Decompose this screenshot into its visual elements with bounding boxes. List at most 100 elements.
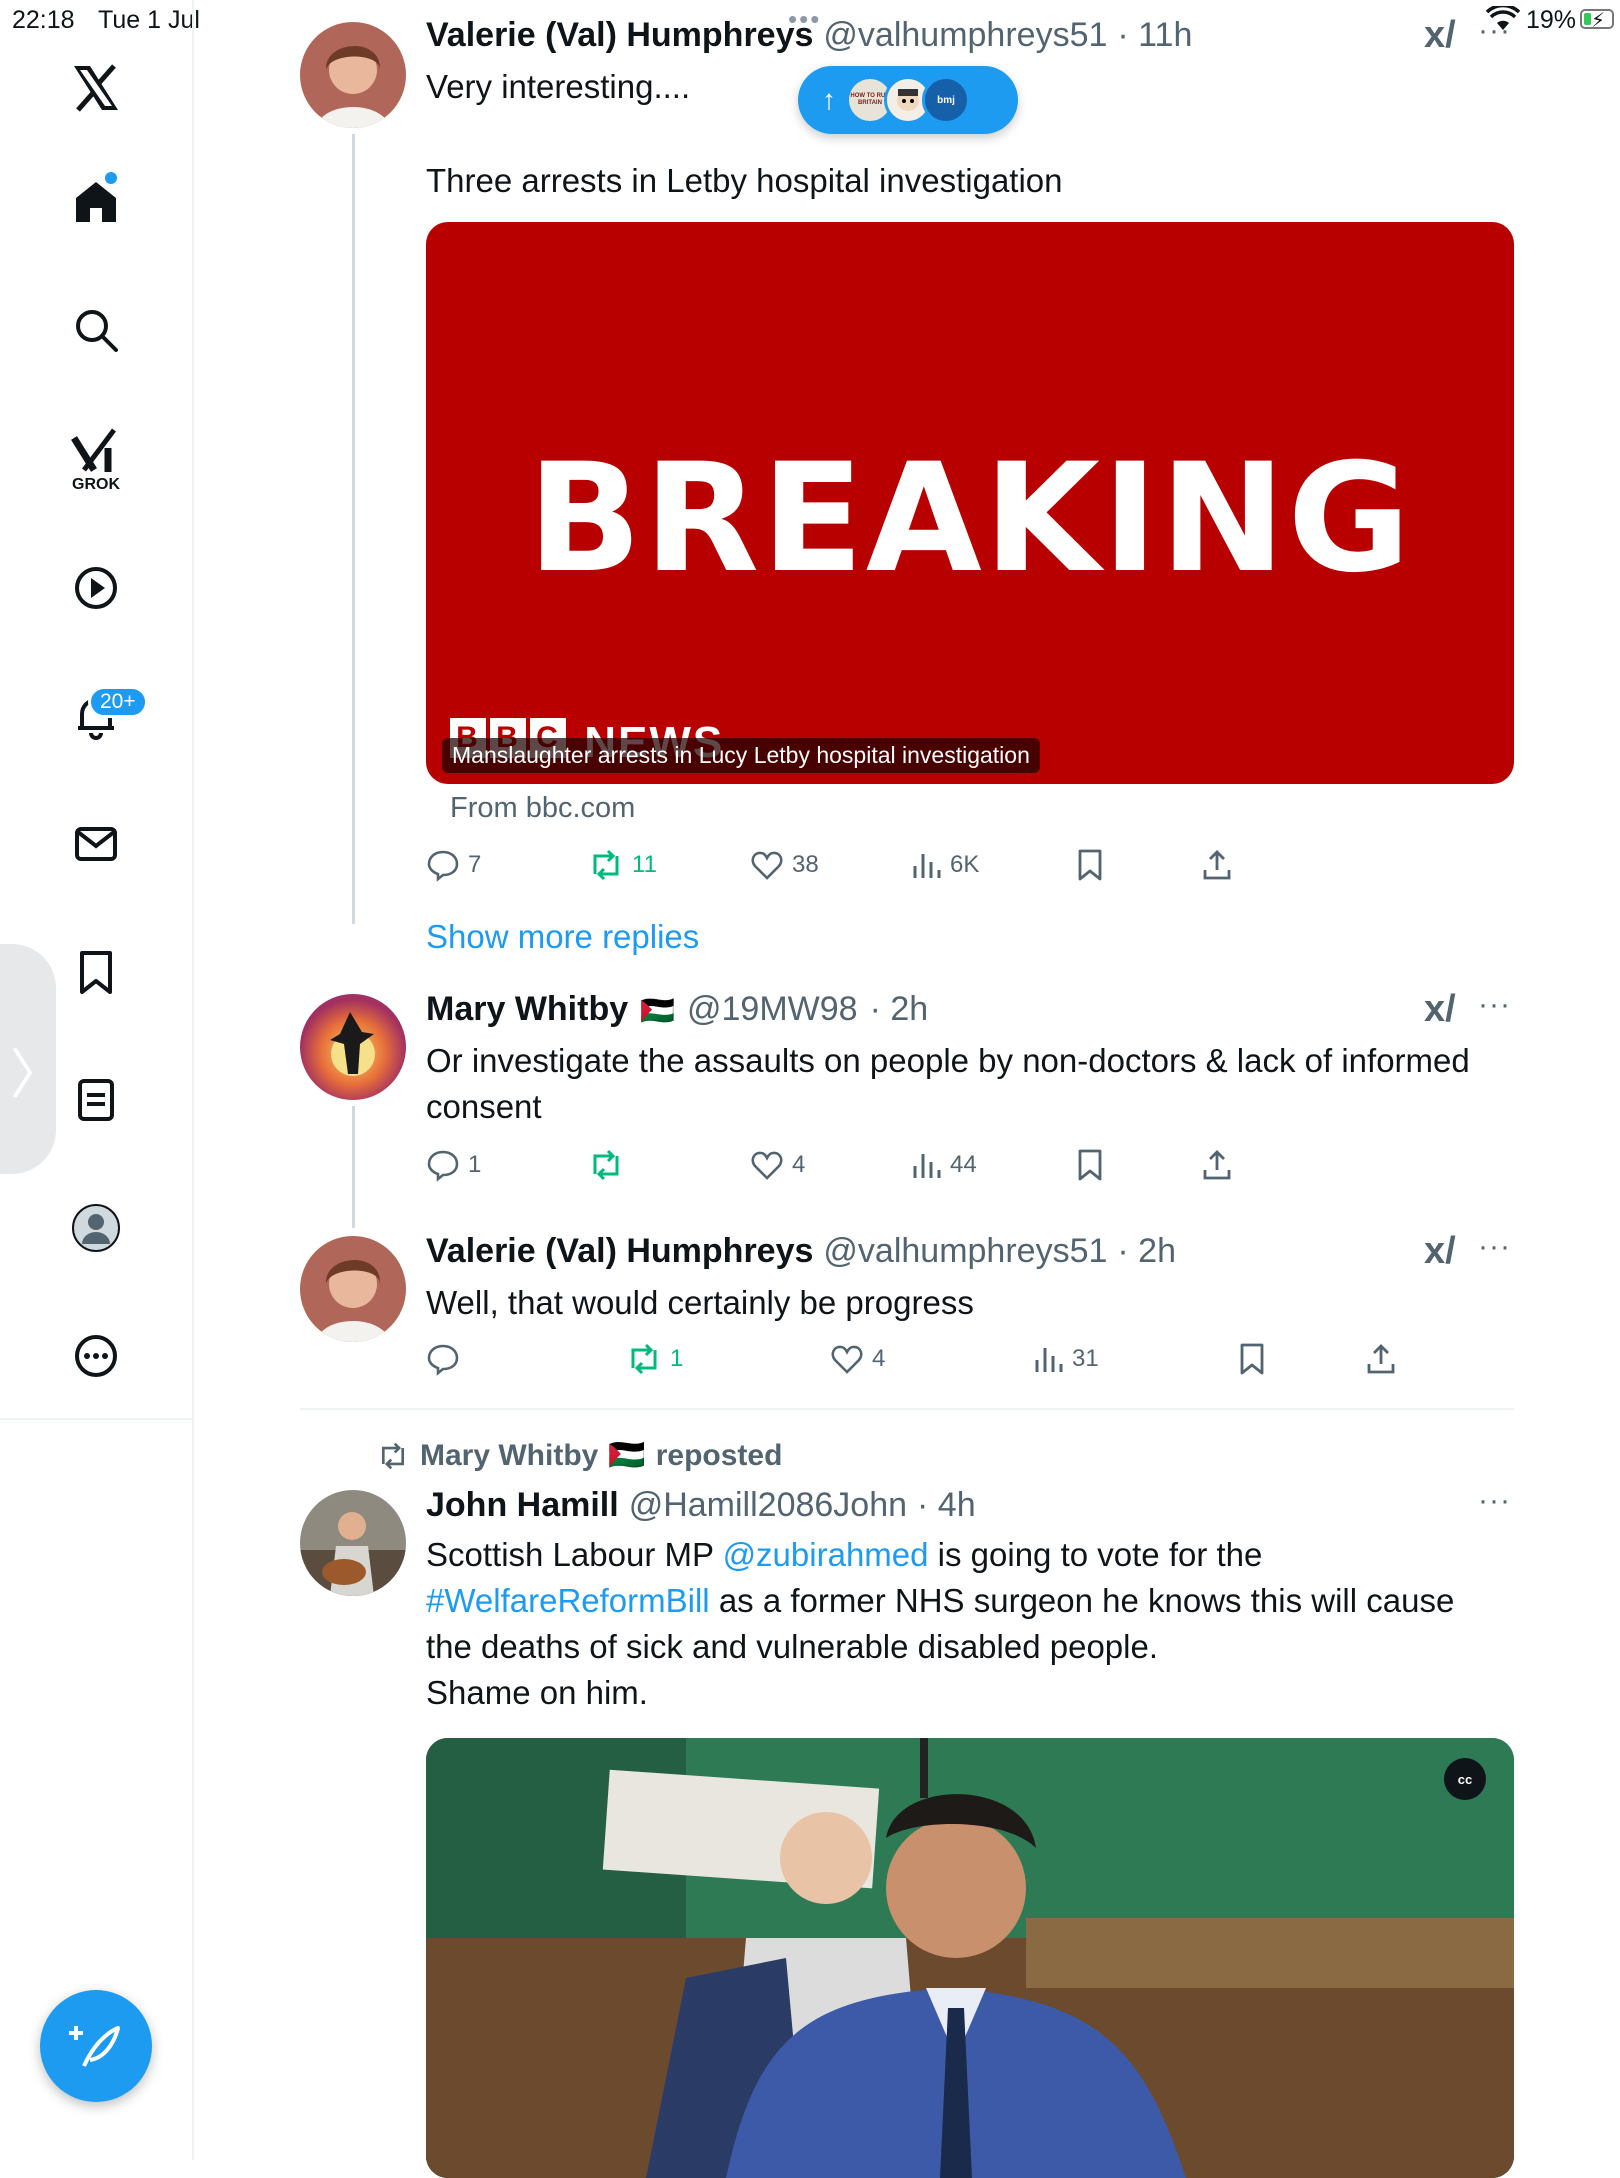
heart-icon [751, 1151, 783, 1180]
bookmark-icon [1240, 1343, 1264, 1375]
bookmark-button[interactable] [1236, 1342, 1268, 1376]
share-button[interactable] [1200, 848, 1234, 882]
sidebar-item-bookmarks[interactable] [64, 940, 128, 1004]
views-button[interactable]: 6K [912, 848, 979, 882]
sidebar-item-explore[interactable] [64, 298, 128, 362]
sidebar-item-lists[interactable] [64, 1068, 128, 1132]
grok-icon[interactable]: x/ [1424, 988, 1456, 1031]
sidebar-item-home[interactable] [64, 170, 128, 234]
repost-button[interactable]: 1 [626, 1342, 683, 1376]
new-posts-pill[interactable]: ↑ HOW TO RUN BRITAIN bmj [798, 66, 1018, 134]
battery-icon: ⚡ [1580, 9, 1614, 32]
reply-button[interactable]: 7 [426, 848, 481, 882]
views-button[interactable]: 44 [912, 1148, 977, 1182]
author-name[interactable]: Valerie (Val) Humphreys [426, 1232, 813, 1271]
sidebar-divider [0, 1418, 192, 1420]
share-button[interactable] [1364, 1342, 1398, 1376]
compose-button[interactable] [40, 1990, 152, 2102]
author-name[interactable]: Mary Whitby [426, 990, 628, 1029]
like-button[interactable]: 4 [750, 1148, 805, 1182]
grok-label: GROK [72, 476, 120, 493]
reposted-label: reposted [655, 1438, 783, 1472]
video-player[interactable]: cc [426, 1738, 1514, 2178]
reply-button[interactable] [426, 1342, 468, 1376]
author-handle[interactable]: @Hamill2086John [629, 1486, 907, 1525]
share-icon [1367, 1344, 1395, 1374]
author-handle[interactable]: @19MW98 [687, 990, 858, 1029]
bookmark-icon [1078, 1149, 1102, 1181]
like-button[interactable]: 4 [830, 1342, 885, 1376]
reply-icon [427, 1150, 459, 1182]
mail-icon [75, 827, 117, 861]
repost-button[interactable]: 11 [588, 848, 657, 882]
heart-icon [831, 1345, 863, 1374]
avatar[interactable] [300, 22, 406, 128]
palestine-flag-icon: 🇵🇸 [640, 995, 675, 1026]
chevron-right-icon[interactable]: 〉 [10, 1030, 64, 1109]
thread-line [352, 1106, 355, 1228]
more-options-icon[interactable]: ··· [1478, 14, 1511, 48]
repost-count: 11 [632, 851, 657, 878]
tweet-header: Valerie (Val) Humphreys @valhumphreys51 … [426, 16, 1192, 55]
home-icon [76, 182, 116, 222]
author-handle[interactable]: @valhumphreys51 [823, 16, 1107, 55]
reposted-by-name: Mary Whitby [420, 1438, 599, 1472]
more-options-icon[interactable]: ··· [1478, 988, 1511, 1022]
bookmark-button[interactable] [1074, 1148, 1106, 1182]
reply-icon [427, 850, 459, 882]
reply-button[interactable]: 1 [426, 1148, 481, 1182]
tweet-time[interactable]: · 11h [1117, 16, 1192, 55]
sidebar-item-messages[interactable] [64, 812, 128, 876]
grok-icon[interactable]: x/ [1424, 14, 1456, 57]
tweet-time[interactable]: · 2h [1117, 1232, 1176, 1271]
repost-count: 1 [670, 1345, 684, 1372]
more-options-icon[interactable]: ··· [1478, 1230, 1511, 1264]
avatar[interactable] [300, 1490, 406, 1596]
tweet-text-headline: Three arrests in Letby hospital investig… [426, 162, 1063, 199]
repost-button[interactable] [588, 1148, 632, 1182]
tweet-time[interactable]: · 4h [917, 1486, 976, 1525]
bookmark-icon [1078, 849, 1102, 881]
author-name[interactable]: John Hamill [426, 1486, 619, 1525]
bookmark-icon [80, 951, 112, 994]
video-icon [75, 567, 117, 609]
repost-icon [381, 1442, 405, 1469]
sidebar-item-profile[interactable] [64, 1196, 128, 1260]
views-icon [913, 854, 941, 878]
views-button[interactable]: 31 [1034, 1342, 1099, 1376]
hashtag-link[interactable]: #WelfareReformBill [426, 1582, 710, 1619]
card-headline: BREAKING [527, 432, 1413, 606]
like-button[interactable]: 38 [750, 848, 819, 882]
heart-icon [751, 851, 783, 880]
share-icon [1203, 850, 1231, 880]
share-button[interactable] [1200, 1148, 1234, 1182]
closed-captions-icon[interactable]: cc [1444, 1758, 1486, 1800]
avatar[interactable] [300, 1236, 406, 1342]
pill-avatar-bmj: bmj [922, 76, 970, 124]
card-source[interactable]: From bbc.com [450, 792, 635, 825]
like-count: 38 [792, 851, 819, 878]
avatar[interactable] [300, 994, 406, 1100]
sidebar-item-grok[interactable] [64, 420, 128, 484]
mention-link[interactable]: @zubirahmed [723, 1536, 929, 1573]
repost-context[interactable]: Mary Whitby 🇵🇸 reposted [376, 1438, 782, 1473]
tweet-text: Very interesting.... [426, 68, 691, 105]
more-options-icon[interactable]: ··· [1478, 1484, 1511, 1518]
arrow-up-icon: ↑ [822, 84, 836, 115]
sidebar-item-more[interactable] [64, 1324, 128, 1388]
author-name[interactable]: Valerie (Val) Humphreys [426, 16, 813, 55]
x-logo-icon[interactable] [64, 56, 128, 120]
sidebar-item-video[interactable] [64, 556, 128, 620]
search-icon [76, 310, 118, 352]
show-more-replies-link[interactable]: Show more replies [426, 918, 699, 956]
tweet-text: Or investigate the assaults on people by… [426, 1042, 1470, 1125]
grok-icon[interactable]: x/ [1424, 1230, 1456, 1273]
author-handle[interactable]: @valhumphreys51 [823, 1232, 1107, 1271]
tweet-time[interactable]: · 2h [870, 990, 929, 1029]
tweet-text: Scottish Labour MP @zubirahmed is going … [426, 1536, 1455, 1711]
bookmark-button[interactable] [1074, 848, 1106, 882]
compose-feather-icon [69, 2026, 120, 2067]
home-unread-dot [105, 172, 117, 184]
link-card[interactable]: BREAKING BBC NEWS Manslaughter arrests i… [426, 222, 1514, 784]
reply-count: 1 [468, 1151, 482, 1178]
